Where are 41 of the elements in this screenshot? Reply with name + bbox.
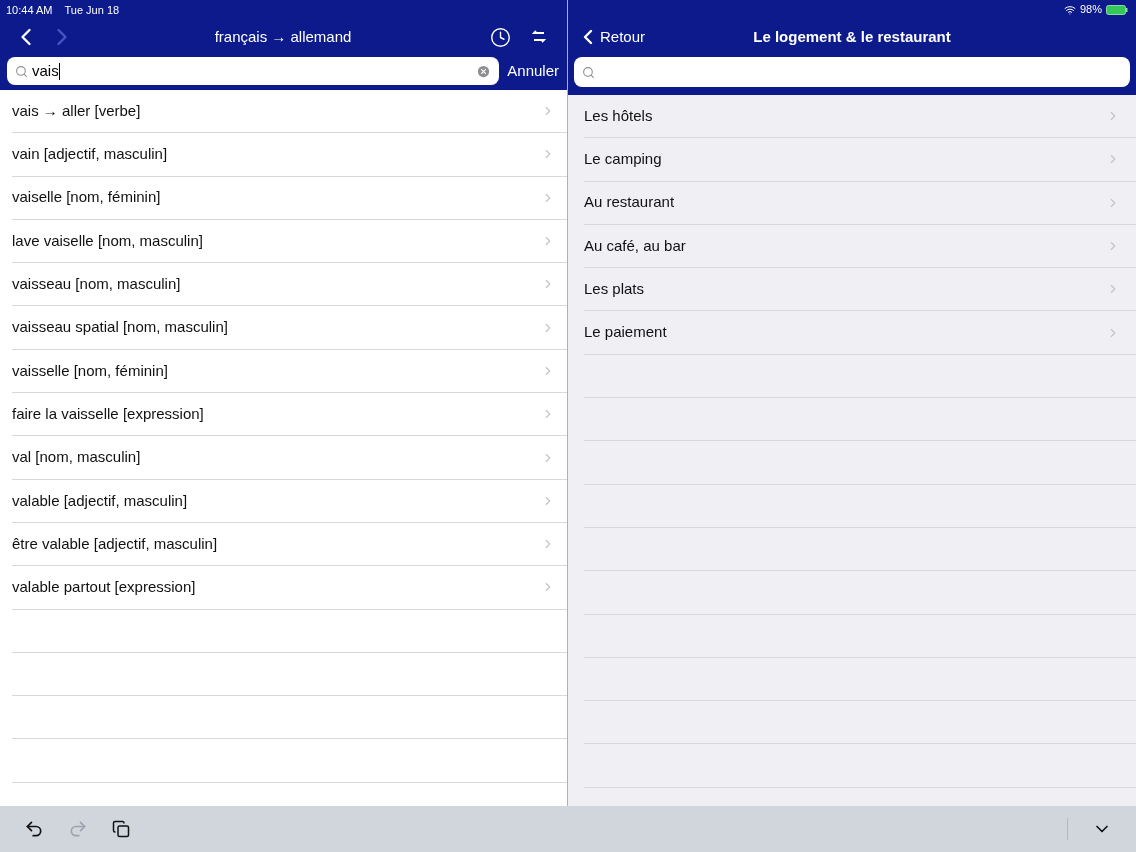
result-row[interactable]: vaiselle [nom, féminin]	[12, 176, 567, 220]
category-row[interactable]: Les plats	[584, 268, 1136, 312]
status-time: 10:44 AM	[6, 3, 53, 17]
category-row[interactable]: Au restaurant	[584, 181, 1136, 225]
search-field[interactable]	[574, 57, 1130, 87]
result-row[interactable]: vain [adjectif, masculin]	[12, 133, 567, 177]
history-button[interactable]	[490, 26, 511, 48]
result-row[interactable]: vaisseau [nom, masculin]	[12, 263, 567, 307]
cancel-button[interactable]: Annuler	[507, 59, 560, 83]
clock-icon	[490, 26, 511, 48]
result-row[interactable]: vaisselle [nom, féminin]	[12, 349, 567, 394]
header-title: français → allemand	[213, 26, 353, 47]
status-date: Tue Jun 18	[64, 3, 120, 17]
search-icon	[15, 64, 28, 78]
result-row[interactable]: vaisseau spatial [nom, masculin]	[12, 306, 567, 350]
battery-percent: 98%	[1079, 2, 1102, 18]
result-row[interactable]: faire la vaisselle [expression]	[12, 393, 567, 437]
copy-icon	[112, 820, 130, 838]
undo-button[interactable]	[24, 819, 44, 839]
back-button[interactable]: Retour	[576, 25, 646, 49]
result-row[interactable]: vais → aller [verbe]	[12, 90, 567, 134]
category-row[interactable]: Au café, au bar	[584, 224, 1136, 269]
clear-icon[interactable]	[476, 63, 492, 79]
result-row[interactable]: être valable [adjectif, masculin]	[12, 522, 567, 567]
category-row[interactable]: Les hôtels	[584, 95, 1136, 139]
copy-button[interactable]	[112, 820, 130, 838]
swap-button[interactable]	[531, 29, 547, 45]
redo-icon	[68, 819, 88, 839]
result-row[interactable]: valable [adjectif, masculin]	[12, 479, 567, 523]
wifi-icon	[1063, 3, 1076, 16]
result-row[interactable]: lave vaiselle [nom, masculin]	[12, 219, 567, 264]
battery-icon	[1106, 4, 1128, 15]
category-row[interactable]: Le paiement	[584, 311, 1136, 355]
search-icon	[582, 65, 595, 79]
header-title: Le logement & le restaurant	[752, 26, 952, 47]
swap-icon	[531, 29, 547, 45]
result-row[interactable]: valable partout [expression]	[12, 566, 567, 610]
undo-icon	[24, 819, 44, 839]
search-field[interactable]: vais	[7, 57, 500, 85]
result-row[interactable]: val [nom, masculin]	[12, 436, 567, 480]
category-row[interactable]: Le camping	[584, 138, 1136, 182]
